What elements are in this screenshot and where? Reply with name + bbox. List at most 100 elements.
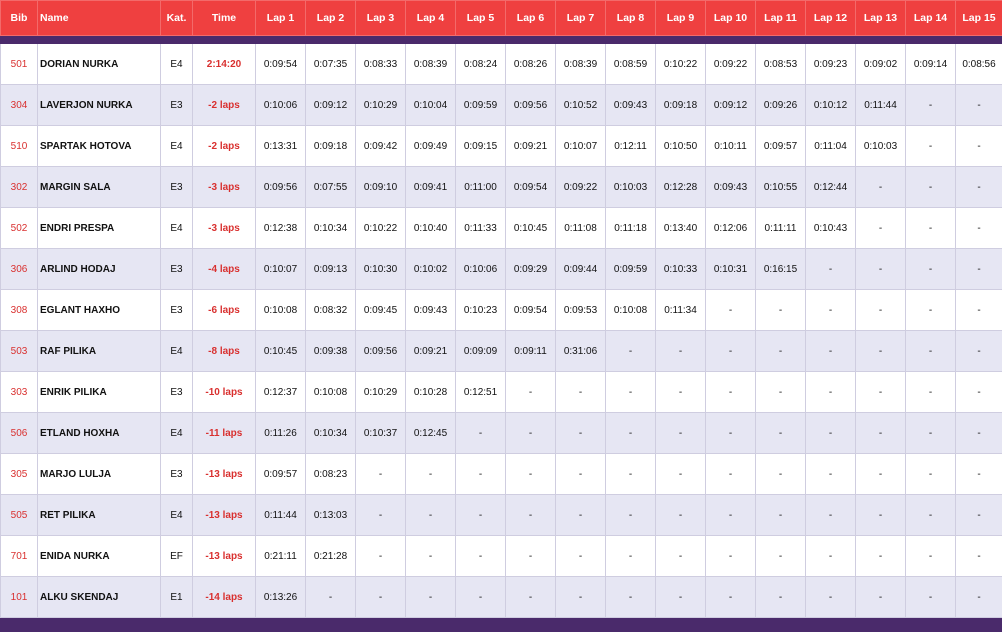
bib-cell: 503 (1, 331, 38, 372)
col-header-lap-9[interactable]: Lap 9 (656, 1, 706, 36)
col-header-lap-2[interactable]: Lap 2 (306, 1, 356, 36)
lap-5-cell: 0:12:51 (456, 372, 506, 413)
table-row[interactable]: 510SPARTAK HOTOVAE4-2 laps0:13:310:09:18… (1, 126, 1002, 167)
col-header-lap-13[interactable]: Lap 13 (856, 1, 906, 36)
footer-band (1, 618, 1002, 632)
lap-2-cell: 0:09:13 (306, 249, 356, 290)
col-header-bib[interactable]: Bib (1, 1, 38, 36)
category-cell: E3 (161, 290, 193, 331)
table-row[interactable]: 101ALKU SKENDAJE1-14 laps0:13:26--------… (1, 577, 1002, 618)
lap-14-cell: - (906, 167, 956, 208)
category-cell: E4 (161, 44, 193, 85)
lap-13-cell: - (856, 167, 906, 208)
time-cell: -10 laps (193, 372, 256, 413)
time-cell: 2:14:20 (193, 44, 256, 85)
lap-14-cell: - (906, 536, 956, 577)
col-header-time[interactable]: Time (193, 1, 256, 36)
table-row[interactable]: 306ARLIND HODAJE3-4 laps0:10:070:09:130:… (1, 249, 1002, 290)
lap-7-cell: 0:10:07 (556, 126, 606, 167)
lap-7-cell: 0:09:22 (556, 167, 606, 208)
lap-4-cell: - (406, 536, 456, 577)
lap-9-cell: 0:10:22 (656, 44, 706, 85)
lap-3-cell: 0:09:42 (356, 126, 406, 167)
lap-1-cell: 0:10:45 (256, 331, 306, 372)
time-cell: -6 laps (193, 290, 256, 331)
lap-8-cell: - (606, 372, 656, 413)
lap-2-cell: 0:07:55 (306, 167, 356, 208)
lap-4-cell: 0:09:43 (406, 290, 456, 331)
lap-10-cell: - (706, 577, 756, 618)
lap-8-cell: 0:08:59 (606, 44, 656, 85)
lap-15-cell: - (956, 372, 1002, 413)
category-cell: E4 (161, 495, 193, 536)
lap-11-cell: - (756, 495, 806, 536)
table-row[interactable]: 305MARJO LULJAE3-13 laps0:09:570:08:23--… (1, 454, 1002, 495)
lap-14-cell: - (906, 208, 956, 249)
header-row: Bib Name Kat. Time Lap 1 Lap 2 Lap 3 Lap… (1, 1, 1002, 36)
bib-cell: 304 (1, 85, 38, 126)
table-row[interactable]: 308EGLANT HAXHOE3-6 laps0:10:080:08:320:… (1, 290, 1002, 331)
table-row[interactable]: 302MARGIN SALAE3-3 laps0:09:560:07:550:0… (1, 167, 1002, 208)
lap-7-cell: 0:09:53 (556, 290, 606, 331)
name-cell: MARGIN SALA (38, 167, 161, 208)
category-cell: EF (161, 536, 193, 577)
lap-8-cell: - (606, 536, 656, 577)
table-row[interactable]: 503RAF PILIKAE4-8 laps0:10:450:09:380:09… (1, 331, 1002, 372)
col-header-name[interactable]: Name (38, 1, 161, 36)
lap-9-cell: 0:10:33 (656, 249, 706, 290)
lap-2-cell: 0:08:32 (306, 290, 356, 331)
bib-cell: 303 (1, 372, 38, 413)
table-row[interactable]: 502ENDRI PRESPAE4-3 laps0:12:380:10:340:… (1, 208, 1002, 249)
lap-13-cell: 0:10:03 (856, 126, 906, 167)
col-header-lap-15[interactable]: Lap 15 (956, 1, 1002, 36)
col-header-lap-7[interactable]: Lap 7 (556, 1, 606, 36)
lap-7-cell: - (556, 536, 606, 577)
table-row[interactable]: 701ENIDA NURKAEF-13 laps0:21:110:21:28--… (1, 536, 1002, 577)
col-header-lap-1[interactable]: Lap 1 (256, 1, 306, 36)
lap-5-cell: 0:09:59 (456, 85, 506, 126)
lap-9-cell: - (656, 577, 706, 618)
table-row[interactable]: 506ETLAND HOXHAE4-11 laps0:11:260:10:340… (1, 413, 1002, 454)
table-row[interactable]: 501DORIAN NURKAE42:14:200:09:540:07:350:… (1, 44, 1002, 85)
lap-13-cell: - (856, 413, 906, 454)
col-header-lap-6[interactable]: Lap 6 (506, 1, 556, 36)
lap-2-cell: 0:08:23 (306, 454, 356, 495)
lap-14-cell: - (906, 372, 956, 413)
lap-7-cell: 0:11:08 (556, 208, 606, 249)
lap-9-cell: - (656, 413, 706, 454)
col-header-lap-14[interactable]: Lap 14 (906, 1, 956, 36)
lap-9-cell: - (656, 495, 706, 536)
col-header-lap-12[interactable]: Lap 12 (806, 1, 856, 36)
time-cell: -8 laps (193, 331, 256, 372)
col-header-lap-10[interactable]: Lap 10 (706, 1, 756, 36)
lap-1-cell: 0:12:37 (256, 372, 306, 413)
lap-3-cell: - (356, 495, 406, 536)
lap-4-cell: 0:10:40 (406, 208, 456, 249)
table-row[interactable]: 505RET PILIKAE4-13 laps0:11:440:13:03---… (1, 495, 1002, 536)
col-header-lap-8[interactable]: Lap 8 (606, 1, 656, 36)
col-header-lap-3[interactable]: Lap 3 (356, 1, 406, 36)
lap-15-cell: - (956, 167, 1002, 208)
lap-7-cell: - (556, 454, 606, 495)
lap-2-cell: 0:10:34 (306, 413, 356, 454)
lap-12-cell: - (806, 577, 856, 618)
name-cell: MARJO LULJA (38, 454, 161, 495)
results-table: Bib Name Kat. Time Lap 1 Lap 2 Lap 3 Lap… (0, 0, 1002, 632)
lap-11-cell: - (756, 413, 806, 454)
lap-2-cell: 0:13:03 (306, 495, 356, 536)
col-header-lap-5[interactable]: Lap 5 (456, 1, 506, 36)
lap-8-cell: 0:09:59 (606, 249, 656, 290)
table-row[interactable]: 304LAVERJON NURKAE3-2 laps0:10:060:09:12… (1, 85, 1002, 126)
lap-1-cell: 0:13:31 (256, 126, 306, 167)
lap-6-cell: 0:08:26 (506, 44, 556, 85)
lap-4-cell: - (406, 454, 456, 495)
lap-15-cell: - (956, 85, 1002, 126)
name-cell: RAF PILIKA (38, 331, 161, 372)
table-row[interactable]: 303ENRIK PILIKAE3-10 laps0:12:370:10:080… (1, 372, 1002, 413)
lap-5-cell: 0:11:00 (456, 167, 506, 208)
lap-5-cell: - (456, 536, 506, 577)
lap-10-cell: 0:09:22 (706, 44, 756, 85)
col-header-lap-4[interactable]: Lap 4 (406, 1, 456, 36)
col-header-kat[interactable]: Kat. (161, 1, 193, 36)
col-header-lap-11[interactable]: Lap 11 (756, 1, 806, 36)
